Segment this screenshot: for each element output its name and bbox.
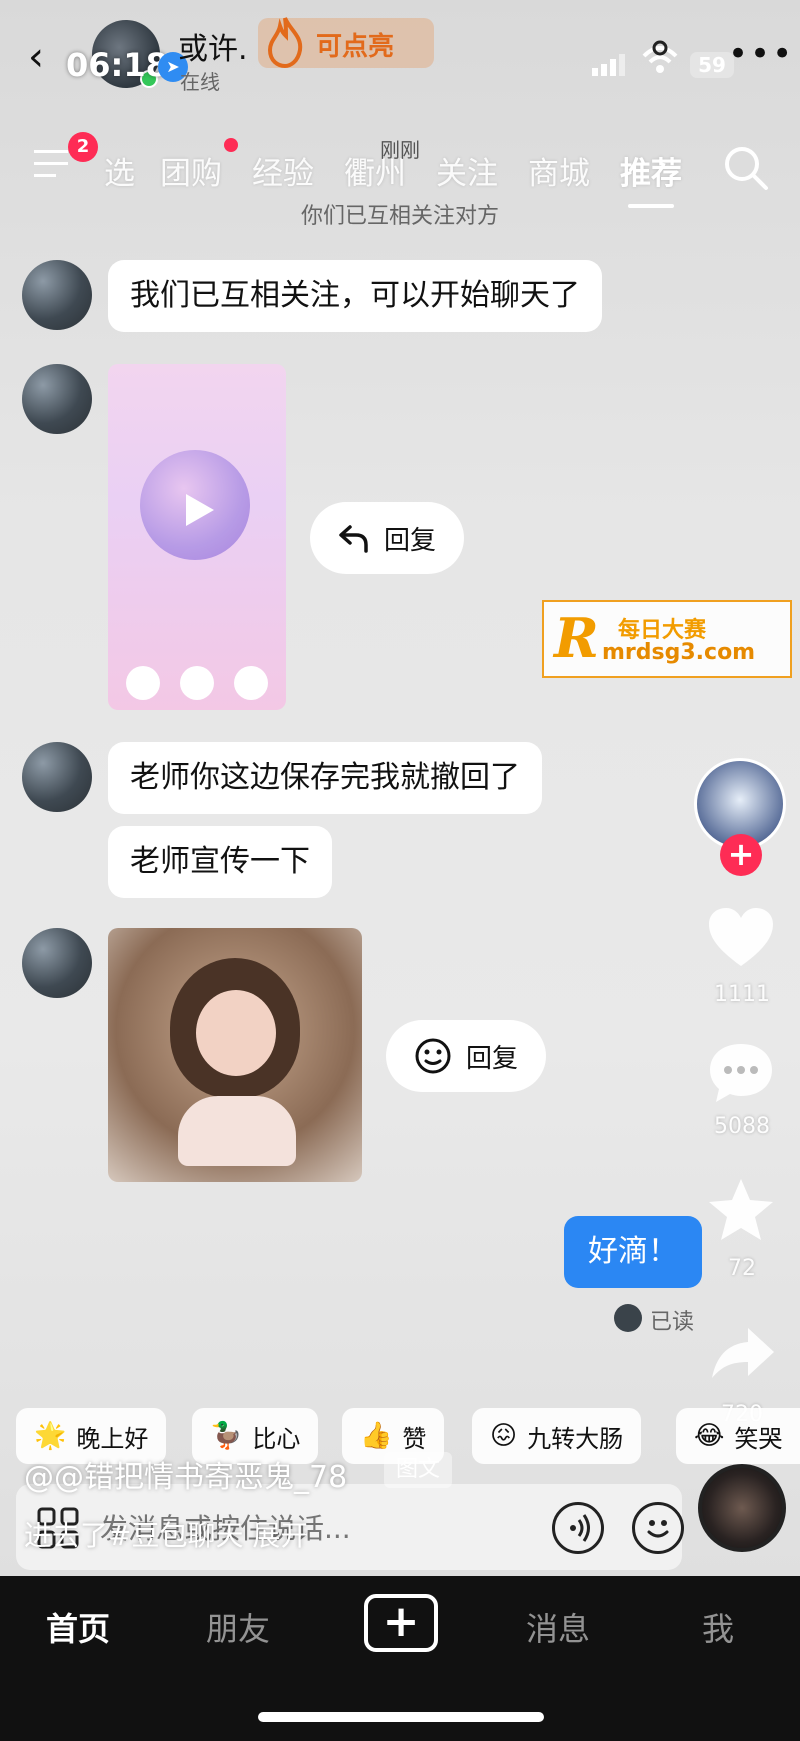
share-arrow-icon[interactable] xyxy=(710,1324,776,1382)
comment-count: 5088 xyxy=(714,1114,770,1139)
reply-arrow-icon xyxy=(339,525,368,553)
star-emoji-icon: 🌟 xyxy=(34,1421,67,1451)
image-message[interactable] xyxy=(108,928,362,1182)
signal-icon xyxy=(592,54,625,76)
mic-icon xyxy=(126,666,160,700)
thumbs-up-emoji-icon: 👍 xyxy=(360,1421,393,1451)
spark-label[interactable]: 可点亮 xyxy=(316,26,394,63)
contact-name[interactable]: 或许. xyxy=(178,24,248,68)
quick-reply-chip[interactable]: 😖 九转大肠 xyxy=(472,1408,642,1464)
smiley-icon xyxy=(415,1038,451,1074)
nav-friends[interactable]: 朋友 xyxy=(206,1604,270,1650)
chip-label: 晚上好 xyxy=(76,1424,149,1453)
play-icon xyxy=(186,494,214,526)
emoji-button[interactable] xyxy=(632,1502,684,1554)
follow-plus-button[interactable]: + xyxy=(720,834,762,876)
message-bubble[interactable]: 老师宣传一下 xyxy=(108,826,332,898)
sender-avatar[interactable] xyxy=(22,928,92,998)
music-disc[interactable] xyxy=(698,1464,786,1552)
grimace-emoji-icon: 😖 xyxy=(490,1421,518,1451)
star-icon[interactable] xyxy=(706,1176,776,1244)
chip-label: 比心 xyxy=(252,1424,301,1453)
nav-messages[interactable]: 消息 xyxy=(526,1604,590,1650)
read-avatar xyxy=(614,1304,642,1332)
heart-icon[interactable] xyxy=(706,906,776,970)
contact-status: 在线 xyxy=(180,70,220,94)
nav-me[interactable]: 我 xyxy=(702,1604,734,1650)
home-indicator xyxy=(258,1712,544,1722)
reply-button[interactable]: 回复 xyxy=(310,502,465,574)
time-label: 刚刚 xyxy=(380,138,420,162)
sender-avatar[interactable] xyxy=(22,260,92,330)
status-time: 06:18 xyxy=(66,46,168,84)
wifi-icon xyxy=(642,40,678,73)
chip-label: 赞 xyxy=(402,1424,427,1453)
chip-label: 笑哭 xyxy=(734,1424,783,1453)
sent-message-bubble[interactable]: 好滴！ xyxy=(564,1216,702,1288)
close-icon xyxy=(180,666,214,700)
nav-home[interactable]: 首页 xyxy=(46,1604,110,1650)
back-chevron-icon[interactable]: ‹ xyxy=(28,34,68,80)
chip-label: 九转大肠 xyxy=(527,1424,624,1453)
reply-label: 回复 xyxy=(384,525,437,556)
post-type-badge: 图文 xyxy=(384,1452,453,1488)
post-caption[interactable]: 进去了#豆包聊天 展开 xyxy=(24,1514,308,1554)
fire-icon xyxy=(267,17,303,68)
star-count: 72 xyxy=(728,1256,756,1281)
create-post-button[interactable]: + xyxy=(364,1594,438,1652)
image-message[interactable] xyxy=(108,364,286,710)
watermark-logo: R xyxy=(554,606,599,670)
watermark-url: mrdsg3.com xyxy=(602,640,756,665)
voice-message-button[interactable] xyxy=(552,1502,604,1554)
message-bubble[interactable]: 老师你这边保存完我就撤回了 xyxy=(108,742,542,814)
system-note: 你们已互相关注对方 xyxy=(300,204,499,229)
comment-icon[interactable] xyxy=(706,1040,776,1106)
like-count: 1111 xyxy=(714,982,770,1007)
reply-button[interactable]: 回复 xyxy=(386,1020,547,1092)
camera-icon xyxy=(234,666,268,700)
quick-reply-chip[interactable]: 😂 笑哭 xyxy=(676,1408,800,1464)
face-shape xyxy=(196,990,276,1076)
sender-avatar[interactable] xyxy=(22,742,92,812)
post-author[interactable]: @@错把情书寄恶鬼_78 xyxy=(24,1452,347,1496)
reply-label: 回复 xyxy=(466,1043,519,1074)
sender-avatar[interactable] xyxy=(22,364,92,434)
duck-emoji-icon: 🦆 xyxy=(210,1421,243,1451)
more-options-icon[interactable]: ••• xyxy=(728,34,794,74)
read-receipt: 已读 xyxy=(650,1310,695,1335)
message-bubble[interactable]: 我们已互相关注，可以开始聊天了 xyxy=(108,260,602,332)
heart-hands xyxy=(178,1096,296,1166)
emoji-face-icon xyxy=(647,1520,669,1538)
sound-wave-icon xyxy=(570,1514,590,1542)
laugh-cry-emoji-icon: 😂 xyxy=(694,1421,725,1451)
